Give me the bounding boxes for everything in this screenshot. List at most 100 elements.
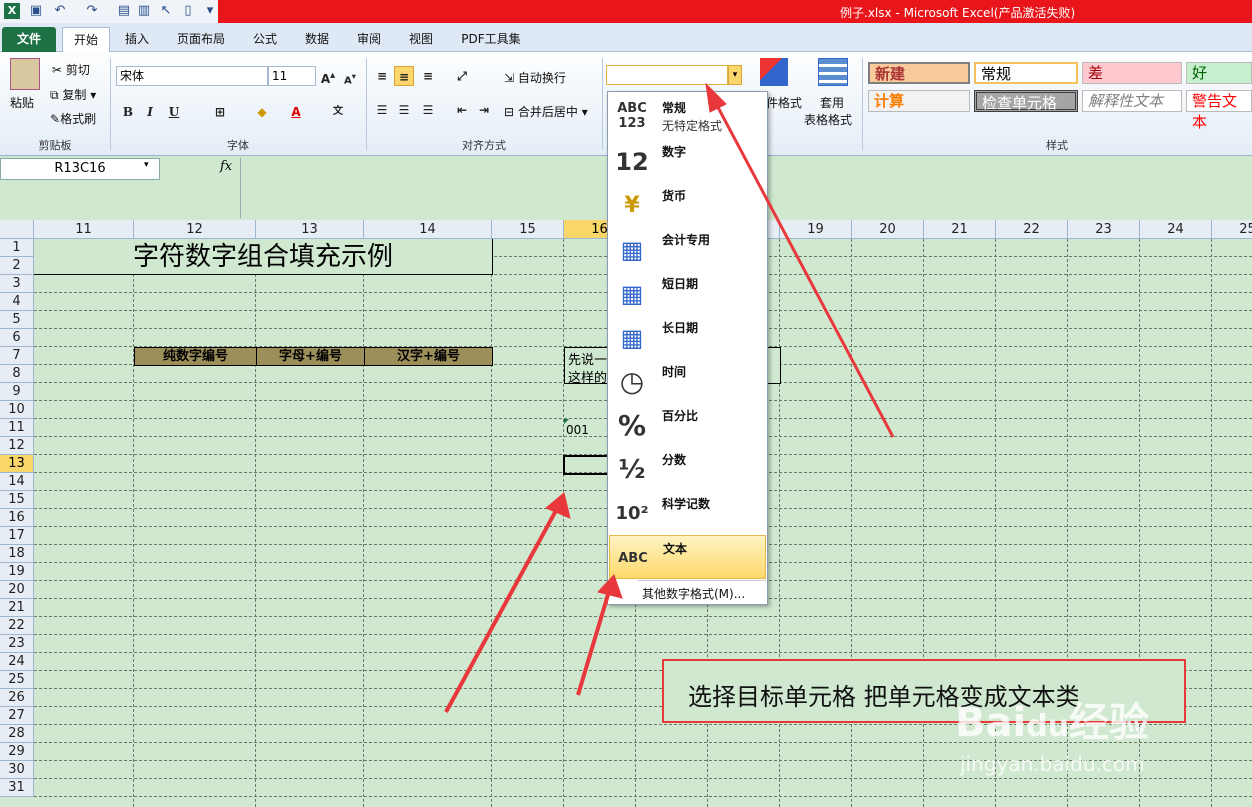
tab-formulas[interactable]: 公式 bbox=[246, 27, 284, 52]
number-format-input[interactable] bbox=[606, 65, 728, 85]
align-left-icon[interactable]: ☰ bbox=[372, 100, 392, 120]
row-header[interactable]: 2 bbox=[0, 257, 34, 275]
format-menu-item[interactable]: % 百分比 bbox=[609, 403, 766, 447]
new-document-icon[interactable]: ▯ bbox=[180, 3, 196, 19]
style-new[interactable]: 新建 bbox=[868, 62, 970, 84]
format-painter-button[interactable]: ✎格式刷 bbox=[50, 110, 96, 127]
row-header[interactable]: 29 bbox=[0, 743, 34, 761]
grow-font-icon[interactable]: A▴ bbox=[318, 66, 338, 86]
row-header[interactable]: 18 bbox=[0, 545, 34, 563]
tab-home[interactable]: 开始 bbox=[62, 27, 110, 52]
format-menu-item[interactable]: ABC 文本 bbox=[609, 535, 766, 579]
table-format-icon[interactable] bbox=[818, 58, 848, 86]
row-header[interactable]: 31 bbox=[0, 779, 34, 797]
bold-button[interactable]: B bbox=[118, 102, 138, 122]
orientation-icon[interactable]: ⤢ bbox=[452, 66, 472, 86]
column-header[interactable]: 20 bbox=[852, 220, 924, 239]
row-header[interactable]: 4 bbox=[0, 293, 34, 311]
row-header[interactable]: 28 bbox=[0, 725, 34, 743]
tab-data[interactable]: 数据 bbox=[298, 27, 336, 52]
shrink-font-icon[interactable]: A▾ bbox=[340, 66, 360, 86]
border-icon[interactable]: ⊞ bbox=[210, 102, 230, 122]
font-color-icon[interactable]: A bbox=[286, 102, 306, 122]
row-header[interactable]: 27 bbox=[0, 707, 34, 725]
row-header[interactable]: 19 bbox=[0, 563, 34, 581]
row-header[interactable]: 15 bbox=[0, 491, 34, 509]
style-check-cell[interactable]: 检查单元格 bbox=[974, 90, 1078, 112]
column-header[interactable]: 12 bbox=[134, 220, 256, 239]
table-format-button[interactable]: 表格格式 bbox=[804, 111, 852, 128]
row-header[interactable]: 13 bbox=[0, 455, 34, 473]
row-header[interactable]: 17 bbox=[0, 527, 34, 545]
row-header[interactable]: 1 bbox=[0, 239, 34, 257]
row-header[interactable]: 26 bbox=[0, 689, 34, 707]
row-header[interactable]: 11 bbox=[0, 419, 34, 437]
column-header[interactable]: 21 bbox=[924, 220, 996, 239]
format-menu-item[interactable]: ▦ 会计专用 bbox=[609, 227, 766, 271]
increase-indent-icon[interactable]: ⇥ bbox=[474, 100, 494, 120]
row-header[interactable]: 6 bbox=[0, 329, 34, 347]
format-menu-item[interactable]: 10² 科学记数 bbox=[609, 491, 766, 535]
font-name-input[interactable]: 宋体 bbox=[116, 66, 268, 86]
row-header[interactable]: 12 bbox=[0, 437, 34, 455]
row-header[interactable]: 20 bbox=[0, 581, 34, 599]
fill-color-icon[interactable]: ◆ bbox=[252, 102, 272, 122]
pointer-icon[interactable]: ↖ bbox=[158, 3, 174, 19]
format-menu-item[interactable]: ▦ 长日期 bbox=[609, 315, 766, 359]
tab-insert[interactable]: 插入 bbox=[118, 27, 156, 52]
wrap-text-button[interactable]: ⇲ 自动换行 bbox=[504, 69, 566, 86]
column-header[interactable]: 24 bbox=[1140, 220, 1212, 239]
row-header[interactable]: 30 bbox=[0, 761, 34, 779]
format-menu-item[interactable]: ½ 分数 bbox=[609, 447, 766, 491]
align-right-icon[interactable]: ☰ bbox=[418, 100, 438, 120]
column-header[interactable]: 22 bbox=[996, 220, 1068, 239]
column-header[interactable]: 19 bbox=[780, 220, 852, 239]
row-header[interactable]: 9 bbox=[0, 383, 34, 401]
name-box-dropdown-icon[interactable]: ▾ bbox=[144, 160, 149, 170]
format-menu-item[interactable]: ◷ 时间 bbox=[609, 359, 766, 403]
style-explanatory[interactable]: 解释性文本 bbox=[1082, 90, 1182, 112]
row-header[interactable]: 24 bbox=[0, 653, 34, 671]
column-header[interactable]: 25 bbox=[1212, 220, 1252, 239]
more-number-formats[interactable]: 其他数字格式(M)... bbox=[642, 585, 745, 602]
number-format-dropdown-icon[interactable]: ▾ bbox=[728, 65, 742, 85]
row-header[interactable]: 22 bbox=[0, 617, 34, 635]
row-header[interactable]: 16 bbox=[0, 509, 34, 527]
format-menu-item[interactable]: ▦ 短日期 bbox=[609, 271, 766, 315]
tab-view[interactable]: 视图 bbox=[402, 27, 440, 52]
column-header[interactable]: 14 bbox=[364, 220, 492, 239]
customize-qat-icon[interactable]: ▾ bbox=[202, 3, 218, 19]
undo-icon[interactable]: ↶ bbox=[52, 3, 68, 19]
row-header[interactable]: 25 bbox=[0, 671, 34, 689]
row-header[interactable]: 10 bbox=[0, 401, 34, 419]
style-bad[interactable]: 差 bbox=[1082, 62, 1182, 84]
tab-page-layout[interactable]: 页面布局 bbox=[170, 27, 232, 52]
tab-file[interactable]: 文件 bbox=[2, 27, 56, 52]
style-calculation[interactable]: 计算 bbox=[868, 90, 970, 112]
paste-icon[interactable] bbox=[10, 58, 40, 90]
decrease-indent-icon[interactable]: ⇤ bbox=[452, 100, 472, 120]
italic-button[interactable]: I bbox=[140, 102, 160, 122]
copy-button[interactable]: ⧉ 复制 ▾ bbox=[50, 86, 96, 103]
format-menu-item[interactable]: ¥ 货币 bbox=[609, 183, 766, 227]
row-header[interactable]: 23 bbox=[0, 635, 34, 653]
tab-review[interactable]: 审阅 bbox=[350, 27, 388, 52]
style-normal[interactable]: 常规 bbox=[974, 62, 1078, 84]
merge-center-button[interactable]: ⊟ 合并后居中 ▾ bbox=[504, 103, 588, 120]
column-header[interactable]: 15 bbox=[492, 220, 564, 239]
format-menu-item[interactable]: ABC 123 常规 无特定格式 bbox=[609, 95, 766, 139]
conditional-format-icon[interactable] bbox=[760, 58, 788, 86]
select-all-corner[interactable] bbox=[0, 220, 34, 239]
open-icon[interactable]: ▤ bbox=[116, 3, 132, 19]
align-bottom-icon[interactable]: ≡ bbox=[418, 66, 438, 86]
style-warning[interactable]: 警告文本 bbox=[1186, 90, 1252, 131]
row-header[interactable]: 21 bbox=[0, 599, 34, 617]
conditional-format-button[interactable]: 件格式 bbox=[766, 94, 802, 111]
underline-button[interactable]: U bbox=[164, 102, 184, 122]
font-size-input[interactable]: 11 bbox=[268, 66, 316, 86]
style-good[interactable]: 好 bbox=[1186, 62, 1252, 84]
cell-value-001[interactable]: 001 bbox=[566, 423, 589, 437]
row-header[interactable]: 3 bbox=[0, 275, 34, 293]
row-header[interactable]: 7 bbox=[0, 347, 34, 365]
column-header[interactable]: 11 bbox=[34, 220, 134, 239]
